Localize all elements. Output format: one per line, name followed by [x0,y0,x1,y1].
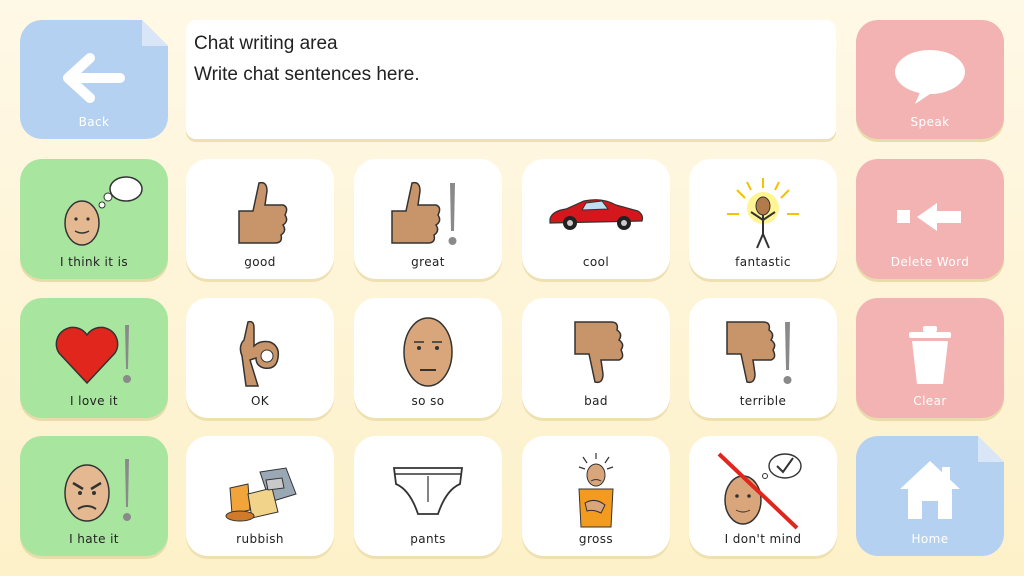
word-label: great [411,255,445,269]
ok-hand-icon [186,312,334,392]
word-tile-great[interactable]: great [354,159,502,279]
chat-line-2: Write chat sentences here. [194,64,420,85]
word-label: gross [578,532,614,546]
word-label: cool [582,255,610,269]
word-label: so so [411,394,445,408]
word-tile-i-dont-mind[interactable]: I don't mind [689,436,837,556]
phrase-label: I think it is [59,255,128,269]
heart-exclamation-icon [20,312,168,392]
shining-person-icon [689,173,837,253]
word-label: OK [250,394,270,408]
word-tile-terrible[interactable]: terrible [689,298,837,418]
phrase-label: I hate it [69,532,119,546]
red-car-icon [522,173,670,253]
angry-face-icon [20,450,168,530]
dont-mind-icon [689,450,837,530]
clear-label: Clear [913,394,947,408]
word-label: good [244,255,276,269]
phrase-tile-i-think-it-is[interactable]: I think it is [20,159,168,279]
speak-button[interactable]: Speak [856,20,1004,139]
home-label: Home [911,532,949,546]
delete-word-button[interactable]: Delete Word [856,159,1004,279]
word-label: fantastic [735,255,791,269]
backspace-arrow-icon [856,177,1004,257]
phrase-tile-i-hate-it[interactable]: I hate it [20,436,168,556]
delete-word-label: Delete Word [890,255,970,269]
word-label: I don't mind [724,532,802,546]
rubbish-pile-icon [186,450,334,530]
word-label: rubbish [236,532,284,546]
word-label: pants [410,532,446,546]
back-label: Back [78,115,110,129]
word-tile-fantastic[interactable]: fantastic [689,159,837,279]
clear-button[interactable]: Clear [856,298,1004,418]
word-tile-bad[interactable]: bad [522,298,670,418]
word-tile-ok[interactable]: OK [186,298,334,418]
phrase-label: I love it [70,394,118,408]
word-label: bad [584,394,608,408]
word-tile-so-so[interactable]: so so [354,298,502,418]
phrase-tile-i-love-it[interactable]: I love it [20,298,168,418]
word-tile-rubbish[interactable]: rubbish [186,436,334,556]
home-button[interactable]: Home [856,436,1004,556]
chat-line-1: Chat writing area [194,33,338,54]
neutral-face-icon [354,312,502,392]
thumbs-down-icon [522,312,670,392]
disgusted-person-icon [522,450,670,530]
word-tile-good[interactable]: good [186,159,334,279]
thumbs-up-exclamation-icon [354,173,502,253]
word-tile-cool[interactable]: cool [522,159,670,279]
word-tile-gross[interactable]: gross [522,436,670,556]
word-label: terrible [739,394,787,408]
thumbs-down-exclamation-icon [689,312,837,392]
chat-writing-area[interactable]: Chat writing area Write chat sentences h… [186,20,836,139]
speak-label: Speak [910,115,950,129]
thumbs-up-icon [186,173,334,253]
back-button[interactable]: Back [20,20,168,139]
speech-bubble-icon [856,36,1004,116]
arrow-left-icon [20,38,168,118]
underpants-icon [354,450,502,530]
thinking-face-icon [20,173,168,253]
house-icon [856,450,1004,530]
trash-bin-icon [856,314,1004,394]
word-tile-pants[interactable]: pants [354,436,502,556]
